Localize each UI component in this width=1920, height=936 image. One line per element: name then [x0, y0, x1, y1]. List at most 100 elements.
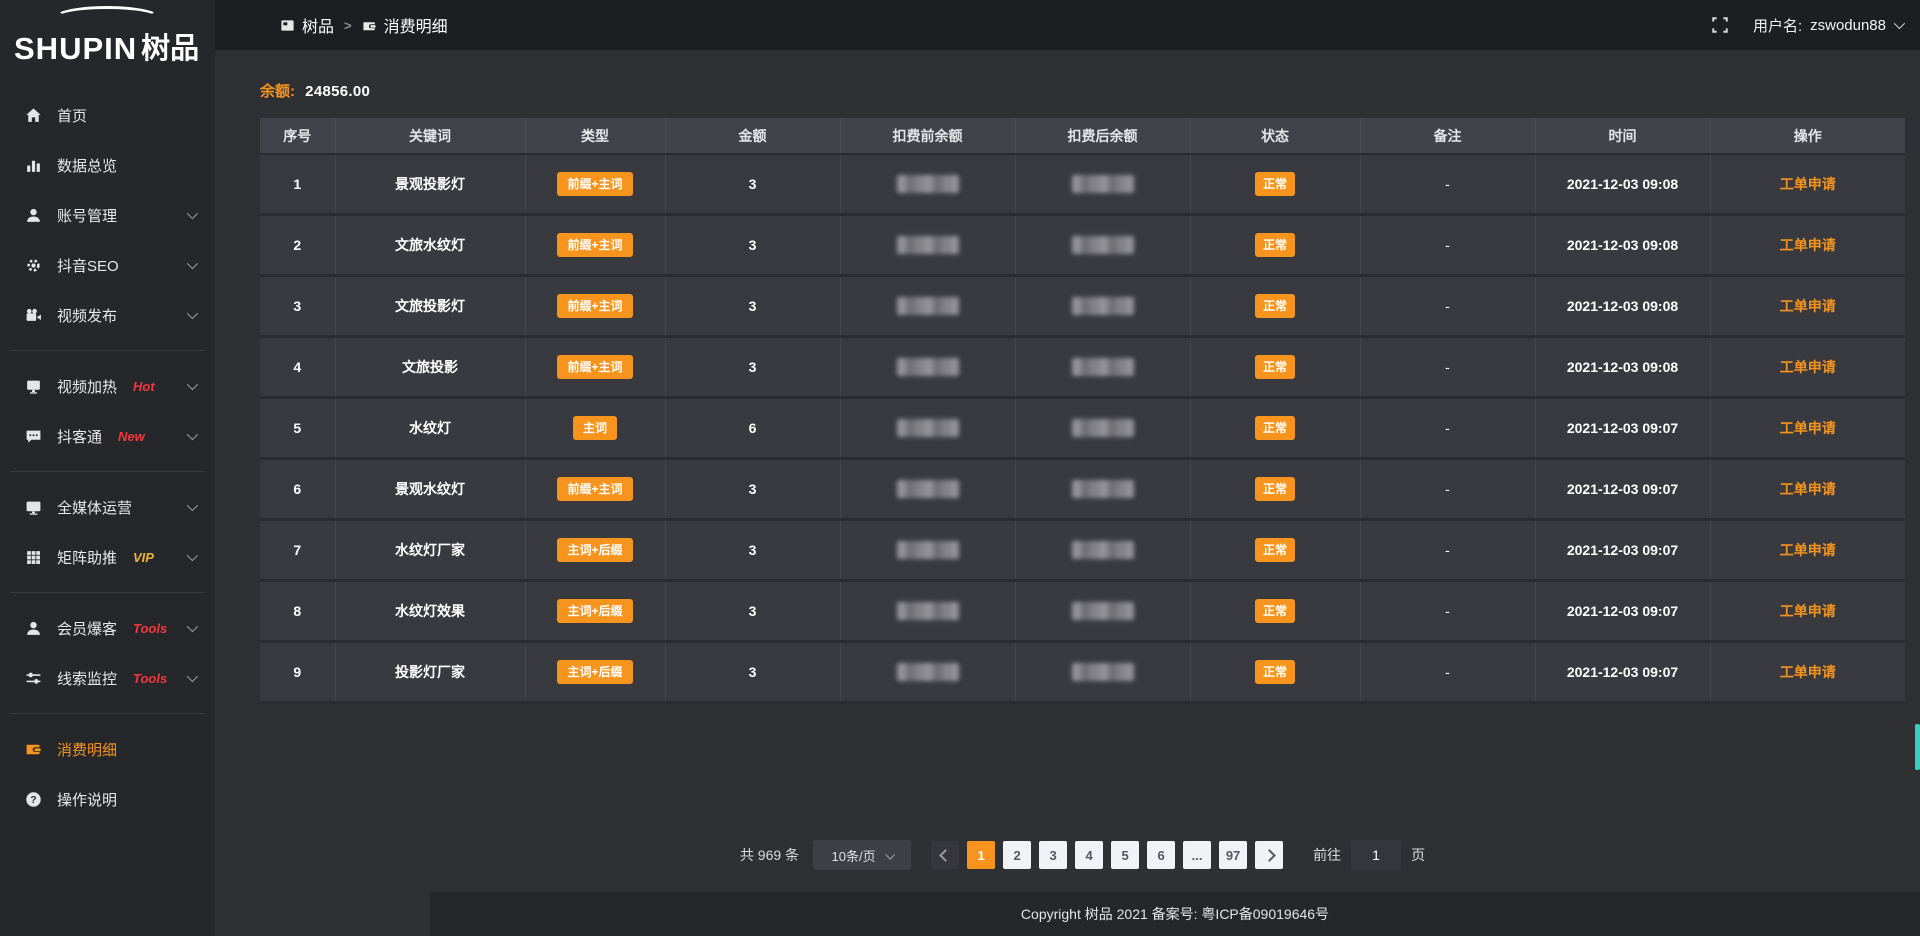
pagination: 共 969 条 10条/页 123456...97 前往 页 [260, 840, 1905, 870]
breadcrumb-item-current[interactable]: 消费明细 [362, 13, 448, 37]
sidebar-item-label: 视频加热 [57, 376, 117, 397]
app-square-icon [280, 18, 295, 33]
page-button-6[interactable]: 6 [1147, 841, 1175, 869]
video-camera-icon [24, 306, 42, 324]
cell-amount: 3 [665, 154, 840, 215]
balance-summary: 余额: 24856.00 [260, 80, 1905, 101]
fullscreen-icon[interactable] [1711, 15, 1731, 35]
cell-action: 工单申请 [1710, 215, 1905, 276]
blurred-balance-value [897, 602, 959, 620]
menu-tag: Tools [133, 621, 167, 636]
prev-page-button[interactable] [931, 841, 959, 869]
breadcrumb-item-home[interactable]: 树品 [280, 13, 334, 37]
top-bar: 树品 > 消费明细 用户名: zswodun88 [215, 0, 1920, 50]
page-button-3[interactable]: 3 [1039, 841, 1067, 869]
screen-icon [24, 377, 42, 395]
sidebar-item-video-publish[interactable]: 视频发布 [0, 290, 215, 340]
gear-icon [24, 256, 42, 274]
sidebar-item-operation-guide[interactable]: ? 操作说明 [0, 774, 215, 824]
sidebar-item-home[interactable]: 首页 [0, 90, 215, 140]
table-row: 1 景观投影灯 前缀+主词 3 正常 - 2021-12-03 09:08 工单… [260, 154, 1905, 215]
cell-remark: - [1360, 520, 1535, 581]
sidebar-divider [10, 471, 205, 472]
cell-pre-balance [840, 337, 1015, 398]
work-order-link[interactable]: 工单申请 [1780, 542, 1836, 558]
sidebar-item-account-management[interactable]: 账号管理 [0, 190, 215, 240]
work-order-link[interactable]: 工单申请 [1780, 298, 1836, 314]
sidebar-item-douyin-seo[interactable]: 抖音SEO [0, 240, 215, 290]
sidebar-item-label: 抖音SEO [57, 255, 119, 276]
grid-icon [24, 548, 42, 566]
page-button-97[interactable]: 97 [1219, 841, 1247, 869]
page-button-4[interactable]: 4 [1075, 841, 1103, 869]
cell-amount: 3 [665, 520, 840, 581]
page-button-2[interactable]: 2 [1003, 841, 1031, 869]
page-button-1[interactable]: 1 [967, 841, 995, 869]
sidebar-item-matrix-boost[interactable]: 矩阵助推 VIP [0, 532, 215, 582]
chevron-down-icon [187, 429, 198, 440]
type-badge: 前缀+主词 [557, 233, 632, 257]
cell-post-balance [1015, 459, 1190, 520]
user-menu[interactable]: 用户名: zswodun88 [1753, 15, 1902, 36]
wallet-icon [362, 18, 377, 33]
table-row: 5 水纹灯 主词 6 正常 - 2021-12-03 09:07 工单申请 [260, 398, 1905, 459]
work-order-link[interactable]: 工单申请 [1780, 664, 1836, 680]
chat-icon [24, 427, 42, 445]
table-row: 8 水纹灯效果 主词+后缀 3 正常 - 2021-12-03 09:07 工单… [260, 581, 1905, 642]
goto-page-input[interactable] [1351, 840, 1401, 870]
chevron-down-icon [187, 208, 198, 219]
breadcrumb: 树品 > 消费明细 [280, 13, 448, 37]
status-badge: 正常 [1255, 599, 1295, 623]
cell-status: 正常 [1190, 215, 1360, 276]
goto-suffix: 页 [1411, 845, 1425, 865]
sidebar-item-member-burst[interactable]: 会员爆客 Tools [0, 603, 215, 653]
page-button-5[interactable]: 5 [1111, 841, 1139, 869]
sidebar-item-data-overview[interactable]: 数据总览 [0, 140, 215, 190]
cell-type: 主词+后缀 [525, 642, 665, 703]
sidebar-item-label: 消费明细 [57, 739, 117, 760]
cell-amount: 3 [665, 276, 840, 337]
sidebar-item-label: 账号管理 [57, 205, 117, 226]
cell-remark: - [1360, 337, 1535, 398]
work-order-link[interactable]: 工单申请 [1780, 603, 1836, 619]
cell-status: 正常 [1190, 154, 1360, 215]
cell-action: 工单申请 [1710, 276, 1905, 337]
status-badge: 正常 [1255, 538, 1295, 562]
sidebar-item-consumption-detail[interactable]: 消费明细 [0, 724, 215, 774]
cell-time: 2021-12-03 09:07 [1535, 581, 1710, 642]
sidebar-item-label: 操作说明 [57, 789, 117, 810]
sidebar-item-label: 抖客通 [57, 426, 102, 447]
page-size-select[interactable]: 10条/页 [813, 840, 911, 870]
cell-action: 工单申请 [1710, 154, 1905, 215]
sidebar-item-all-media-operation[interactable]: 全媒体运营 [0, 482, 215, 532]
type-badge: 主词+后缀 [557, 538, 632, 562]
table-header-row: 序号 关键词 类型 金额 扣费前余额 扣费后余额 状态 备注 时间 操作 [260, 118, 1905, 154]
cell-post-balance [1015, 154, 1190, 215]
cell-time: 2021-12-03 09:08 [1535, 154, 1710, 215]
status-badge: 正常 [1255, 355, 1295, 379]
cell-index: 7 [260, 520, 335, 581]
work-order-link[interactable]: 工单申请 [1780, 237, 1836, 253]
sidebar: SHUPIN 树品 首页 数据总览 账号管理 抖音SEO 视频发布 视频加热 H… [0, 0, 215, 936]
monitor-icon [24, 498, 42, 516]
cell-post-balance [1015, 276, 1190, 337]
svg-text:?: ? [30, 794, 36, 805]
cell-amount: 3 [665, 215, 840, 276]
cell-action: 工单申请 [1710, 398, 1905, 459]
question-icon: ? [24, 790, 42, 808]
page-ellipsis-button[interactable]: ... [1183, 841, 1211, 869]
cell-keyword: 投影灯厂家 [335, 642, 525, 703]
sidebar-item-doukotong[interactable]: 抖客通 New [0, 411, 215, 461]
work-order-link[interactable]: 工单申请 [1780, 359, 1836, 375]
work-order-link[interactable]: 工单申请 [1780, 481, 1836, 497]
sidebar-item-video-heat[interactable]: 视频加热 Hot [0, 361, 215, 411]
next-page-button[interactable] [1255, 841, 1283, 869]
work-order-link[interactable]: 工单申请 [1780, 176, 1836, 192]
blurred-balance-value [1072, 236, 1134, 254]
wallet-icon [24, 740, 42, 758]
work-order-link[interactable]: 工单申请 [1780, 420, 1836, 436]
cell-status: 正常 [1190, 459, 1360, 520]
blurred-balance-value [897, 541, 959, 559]
blurred-balance-value [1072, 358, 1134, 376]
sidebar-item-lead-monitor[interactable]: 线索监控 Tools [0, 653, 215, 703]
